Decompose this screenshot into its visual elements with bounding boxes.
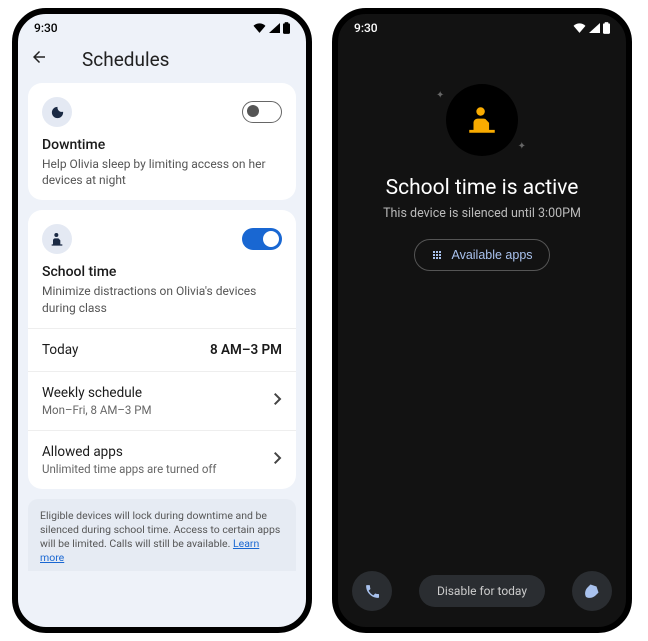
hero-title: School time is active	[386, 176, 579, 200]
status-bar: 9:30	[338, 14, 626, 42]
available-apps-button[interactable]: Available apps	[414, 239, 549, 271]
weekly-value: Mon–Fri, 8 AM–3 PM	[42, 403, 152, 417]
sparkle-icon: ✦	[436, 90, 444, 101]
status-bar: 9:30	[18, 14, 306, 42]
emergency-button[interactable]	[572, 571, 612, 611]
moon-icon	[42, 97, 72, 127]
weekly-label: Weekly schedule	[42, 385, 152, 401]
schooltime-header-row[interactable]: School time Minimize distractions on Oli…	[28, 210, 296, 327]
wifi-icon	[253, 23, 266, 33]
schooltime-card: School time Minimize distractions on Oli…	[28, 210, 296, 488]
downtime-subtitle: Help Olivia sleep by limiting access on …	[42, 156, 282, 188]
page-title: Schedules	[82, 48, 169, 71]
phone-button[interactable]	[352, 571, 392, 611]
emergency-icon	[580, 579, 604, 603]
signal-icon	[269, 23, 280, 33]
allowed-apps-row[interactable]: Allowed apps Unlimited time apps are tur…	[28, 430, 296, 489]
phone-schedules: 9:30 Schedules Downtime Help Olivia slee…	[12, 8, 312, 633]
chevron-right-icon	[274, 452, 282, 468]
schooltime-subtitle: Minimize distractions on Olivia's device…	[42, 283, 282, 315]
chevron-right-icon	[274, 393, 282, 409]
schooltime-toggle[interactable]	[242, 228, 282, 250]
bottom-bar: Disable for today	[338, 559, 626, 627]
desk-person-icon	[465, 103, 499, 137]
back-arrow-icon[interactable]	[30, 48, 48, 71]
hero-section: ✦ ✦ School time is active This device is…	[338, 42, 626, 559]
today-row[interactable]: Today 8 AM–3 PM	[28, 328, 296, 371]
today-label: Today	[42, 342, 78, 358]
disable-for-today-button[interactable]: Disable for today	[419, 575, 545, 607]
allowed-value: Unlimited time apps are turned off	[42, 462, 216, 476]
apps-grid-icon	[431, 249, 443, 261]
downtime-title: Downtime	[42, 137, 282, 153]
status-icons	[573, 22, 610, 34]
status-time: 9:30	[34, 21, 58, 35]
phone-icon	[364, 583, 381, 600]
desk-person-icon	[42, 224, 72, 254]
hero-subtitle: This device is silenced until 3:00PM	[383, 206, 581, 221]
schooltime-title: School time	[42, 264, 282, 280]
sparkle-icon: ✦	[518, 141, 526, 152]
downtime-toggle[interactable]	[242, 101, 282, 123]
wifi-icon	[573, 23, 586, 33]
footer-note: Eligible devices will lock during downti…	[28, 499, 296, 572]
today-value: 8 AM–3 PM	[210, 342, 282, 358]
status-time: 9:30	[354, 21, 378, 35]
downtime-card[interactable]: Downtime Help Olivia sleep by limiting a…	[28, 83, 296, 200]
available-apps-label: Available apps	[451, 248, 532, 262]
battery-icon	[283, 22, 290, 34]
phone-schooltime-lock: 9:30 ✦ ✦ School time is active This devi…	[332, 8, 632, 633]
hero-icon: ✦ ✦	[446, 84, 518, 156]
status-icons	[253, 22, 290, 34]
signal-icon	[589, 23, 600, 33]
battery-icon	[603, 22, 610, 34]
weekly-schedule-row[interactable]: Weekly schedule Mon–Fri, 8 AM–3 PM	[28, 371, 296, 430]
allowed-label: Allowed apps	[42, 444, 216, 460]
header: Schedules	[18, 42, 306, 83]
